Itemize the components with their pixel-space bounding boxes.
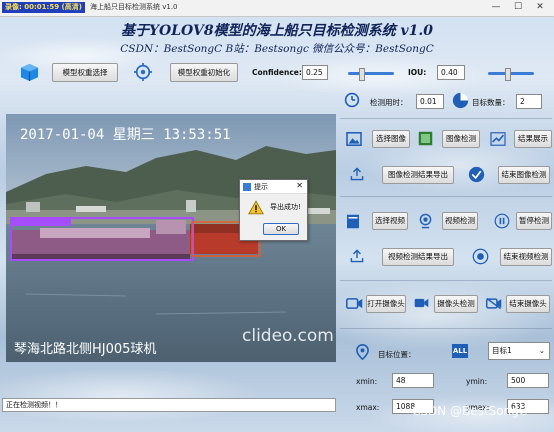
page-title: 基于YOLOV8模型的海上船只目标检测系统 v1.0 [121,23,433,39]
target-select-dropdown[interactable]: 目标1 ⌄ [488,342,550,360]
dialog-message: 导出成功! [270,203,301,211]
csdn-watermark: CSDN @BestSongC [412,404,528,418]
camera-off-icon [486,297,502,310]
target-count-label: 目标数量： [472,98,510,107]
image-detect-button[interactable]: 图像检测 [442,130,480,148]
recording-badge: 录像: 00:01:59 (高清) [2,2,85,13]
chevron-down-icon: ⌄ [538,346,545,355]
close-camera-button[interactable]: 结束摄像头 [506,295,550,313]
target-icon [134,63,152,81]
dialog-title-bar: 提示 ✕ [240,180,307,194]
detect-time-label: 检测用时： [370,98,408,107]
image-detect-icon [418,131,433,146]
window-title: 海上船只目标检测系统 v1.0 [90,3,178,11]
select-video-button[interactable]: 选择视频 [372,212,408,230]
location-pin-icon [356,344,369,360]
app-icon [243,183,251,191]
xmin-label: xmin: [356,377,378,386]
minimize-button[interactable]: — [486,1,506,14]
dialog-title: 提示 [254,183,268,191]
iou-spinbox[interactable]: 0.40 [437,65,465,80]
iou-slider-handle[interactable] [505,68,511,81]
webcam-icon [419,213,432,229]
maximize-button[interactable]: ☐ [508,1,528,14]
all-badge: ALL [452,344,468,358]
line-chart-icon [490,132,506,146]
upload-icon [350,249,364,263]
warning-icon [248,200,264,215]
clock-icon [344,92,360,108]
confidence-slider[interactable] [348,68,394,81]
iou-label: IOU: [408,68,427,77]
close-button[interactable]: ✕ [530,1,550,14]
image-icon [346,132,362,146]
cube-icon [20,63,39,82]
video-file-icon [347,214,359,229]
iou-slider[interactable] [488,68,534,81]
confidence-spinbox[interactable]: 0.25 [302,65,328,80]
pause-icon [494,213,510,229]
stop-circle-icon [472,248,489,265]
finish-image-detect-button[interactable]: 结束图像检测 [498,166,550,184]
export-image-results-button[interactable]: 图像检测结果导出 [382,166,454,184]
model-weight-init-button[interactable]: 模型权重初始化 [170,63,238,82]
pie-chart-icon [452,92,469,109]
xmin-field[interactable]: 48 [392,373,434,388]
confidence-slider-handle[interactable] [359,68,365,81]
video-camera-icon [414,298,429,308]
detect-time-value: 0.01 [416,94,444,109]
video-detect-button[interactable]: 视频检测 [442,212,478,230]
finish-video-detect-button[interactable]: 结束视频检测 [500,248,552,266]
target-count-value: 2 [516,94,542,109]
divider [340,280,552,281]
divider [340,118,552,119]
xmax-label: xmax: [356,403,380,412]
open-camera-button[interactable]: 打开摄像头 [366,295,406,313]
divider [340,328,552,329]
confidence-label: Confidence: [252,68,302,77]
camera-detect-button[interactable]: 摄像头检测 [434,295,478,313]
select-image-button[interactable]: 选择图像 [372,130,410,148]
title-bar: 录像: 00:01:59 (高清) 海上船只目标检测系统 v1.0 — ☐ ✕ [0,0,554,17]
show-results-button[interactable]: 结果展示 [514,130,552,148]
dialog-close-button[interactable]: ✕ [296,181,303,190]
target-select-value: 目标1 [492,346,512,355]
dialog-ok-button[interactable]: OK [263,223,299,235]
video-watermark: clideo.com [242,326,334,346]
status-bar: 正在检测视频！！ [2,398,336,412]
video-timestamp: 2017-01-04 星期三 13:53:51 [20,127,231,143]
model-weight-select-button[interactable]: 模型权重选择 [52,63,118,82]
ymin-label: ymin: [466,377,488,386]
target-position-label: 目标位置： [378,350,416,359]
camera-icon [346,298,363,309]
check-circle-icon [468,166,485,183]
export-video-results-button[interactable]: 视频检测结果导出 [382,248,454,266]
export-success-dialog: 提示 ✕ 导出成功! OK [239,179,308,241]
pause-detect-button[interactable]: 暂停检测 [516,212,552,230]
app-window: 录像: 00:01:59 (高清) 海上船只目标检测系统 v1.0 — ☐ ✕ … [0,0,554,432]
page-subtitle: CSDN：BestSongC B站：Bestsongc 微信公众号：BestSo… [120,43,434,55]
video-caption: 琴海北路北侧HJ005球机 [14,342,157,357]
upload-icon [350,167,364,181]
divider [340,196,552,197]
ymin-field[interactable]: 500 [507,373,549,388]
